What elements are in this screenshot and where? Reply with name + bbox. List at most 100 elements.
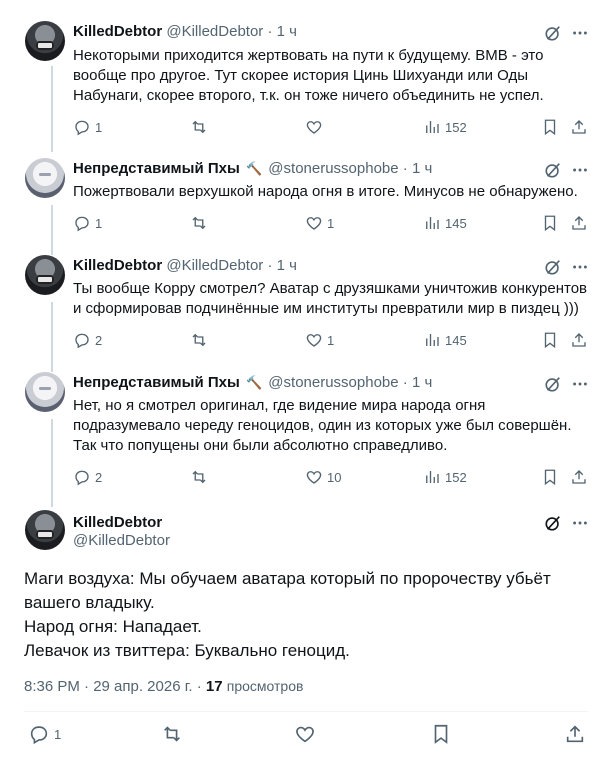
share-icon — [572, 216, 586, 230]
bookmark-button[interactable] — [541, 330, 559, 350]
views-count: 17 — [205, 678, 223, 695]
reply-icon — [75, 216, 89, 232]
like-icon — [296, 726, 314, 743]
tweet-text: Пожертвовали верхушкой народа огня в ито… — [73, 183, 578, 200]
views-icon — [426, 217, 439, 229]
share-button[interactable] — [570, 213, 588, 233]
retweet-button[interactable] — [190, 117, 208, 137]
retweet-icon — [192, 216, 206, 230]
timestamp[interactable]: · 1 ч — [403, 374, 433, 391]
reply-count: 1 — [95, 119, 103, 135]
thread-line — [51, 419, 53, 507]
divider — [24, 711, 588, 712]
user-handle[interactable]: @KilledDebtor — [166, 257, 263, 274]
more-icon[interactable] — [570, 513, 590, 533]
bookmark-button[interactable] — [541, 117, 559, 137]
views-button[interactable]: 152 — [423, 467, 467, 487]
share-button[interactable] — [564, 724, 586, 744]
avatar[interactable] — [25, 372, 65, 412]
share-icon — [572, 120, 586, 134]
share-button[interactable] — [570, 330, 588, 350]
grok-icon[interactable] — [543, 160, 563, 180]
like-button[interactable]: 1 — [305, 213, 334, 233]
display-name[interactable]: KilledDebtor — [73, 513, 162, 533]
tweet-header: Непредставимый Пхы 🔨 @stonerussophobe · … — [73, 159, 432, 179]
display-name[interactable]: Непредставимый Пхы — [73, 374, 240, 391]
views-button[interactable]: 145 — [423, 213, 467, 233]
reply-icon — [75, 333, 89, 349]
hammer-icon: 🔨 — [245, 161, 263, 176]
more-icon[interactable] — [570, 374, 590, 394]
more-icon[interactable] — [570, 160, 590, 180]
views-count: 152 — [445, 119, 467, 135]
avatar[interactable] — [25, 158, 65, 198]
retweet-button[interactable] — [190, 213, 208, 233]
reply-button[interactable]: 1 — [73, 117, 102, 137]
reply-button[interactable]: 1 — [73, 213, 102, 233]
reply-button[interactable]: 1 — [28, 724, 61, 745]
like-icon — [306, 217, 322, 230]
timestamp[interactable]: · 1 ч — [403, 160, 433, 177]
bookmark-icon — [434, 724, 448, 744]
grok-icon[interactable] — [543, 374, 563, 394]
views-button[interactable]: 145 — [423, 330, 467, 350]
thread-line — [51, 66, 53, 152]
share-icon — [572, 470, 586, 484]
bookmark-icon — [544, 332, 556, 349]
like-button[interactable]: 1 — [305, 330, 334, 350]
retweet-icon — [164, 726, 180, 742]
bookmark-button[interactable] — [430, 724, 452, 744]
hammer-icon: 🔨 — [245, 375, 263, 390]
thread-line — [51, 205, 53, 255]
action-bar: 2 10 152 — [73, 467, 593, 487]
tweet-text: Нет, но я смотрел оригинал, где видение … — [73, 397, 572, 454]
share-icon — [566, 725, 584, 743]
display-name[interactable]: KilledDebtor — [73, 257, 162, 274]
reply-button[interactable]: 2 — [73, 330, 102, 350]
views-button[interactable]: 152 — [423, 117, 467, 137]
grok-icon[interactable] — [543, 23, 563, 43]
like-icon — [306, 334, 322, 347]
retweet-button[interactable] — [161, 724, 183, 744]
like-button[interactable] — [305, 117, 323, 137]
like-count: 10 — [327, 469, 342, 485]
more-icon[interactable] — [570, 257, 590, 277]
more-icon[interactable] — [570, 23, 590, 43]
share-button[interactable] — [570, 117, 588, 137]
reply-button[interactable]: 2 — [73, 467, 102, 487]
grok-icon[interactable] — [543, 257, 563, 277]
avatar[interactable] — [25, 510, 65, 550]
like-button[interactable]: 10 — [305, 467, 341, 487]
tweet-header: KilledDebtor @KilledDebtor · 1 ч — [73, 22, 297, 42]
like-button[interactable] — [294, 724, 316, 744]
grok-icon[interactable] — [543, 513, 563, 533]
reply-icon — [75, 470, 89, 486]
tweet-line: Маги воздуха: Мы обучаем аватара который… — [24, 569, 551, 612]
avatar[interactable] — [25, 21, 65, 61]
timestamp[interactable]: · 1 ч — [267, 257, 297, 274]
bookmark-button[interactable] — [541, 467, 559, 487]
views-label: просмотров — [226, 678, 304, 694]
timestamp[interactable]: 8:36 PM · 29 апр. 2026 г. · — [24, 678, 206, 695]
display-name[interactable]: KilledDebtor — [73, 23, 162, 40]
bookmark-button[interactable] — [541, 213, 559, 233]
avatar[interactable] — [25, 255, 65, 295]
display-name[interactable]: Непредставимый Пхы — [73, 160, 240, 177]
user-handle[interactable]: @stonerussophobe — [268, 374, 398, 391]
share-button[interactable] — [570, 467, 588, 487]
action-bar: 1 152 — [73, 117, 593, 137]
views-icon — [426, 471, 439, 483]
views-icon — [426, 334, 439, 346]
action-bar: 2 1 145 — [73, 330, 593, 350]
user-handle[interactable]: @KilledDebtor — [166, 23, 263, 40]
tweet-text: Маги воздуха: Мы обучаем аватара который… — [24, 567, 584, 663]
views-count: 145 — [445, 332, 467, 348]
retweet-button[interactable] — [190, 467, 208, 487]
user-handle[interactable]: @KilledDebtor — [73, 531, 170, 551]
timestamp[interactable]: · 1 ч — [267, 23, 297, 40]
tweet-header: Непредставимый Пхы 🔨 @stonerussophobe · … — [73, 373, 432, 393]
retweet-button[interactable] — [190, 330, 208, 350]
user-handle[interactable]: @stonerussophobe — [268, 160, 398, 177]
retweet-icon — [192, 470, 206, 484]
like-icon — [306, 121, 322, 134]
